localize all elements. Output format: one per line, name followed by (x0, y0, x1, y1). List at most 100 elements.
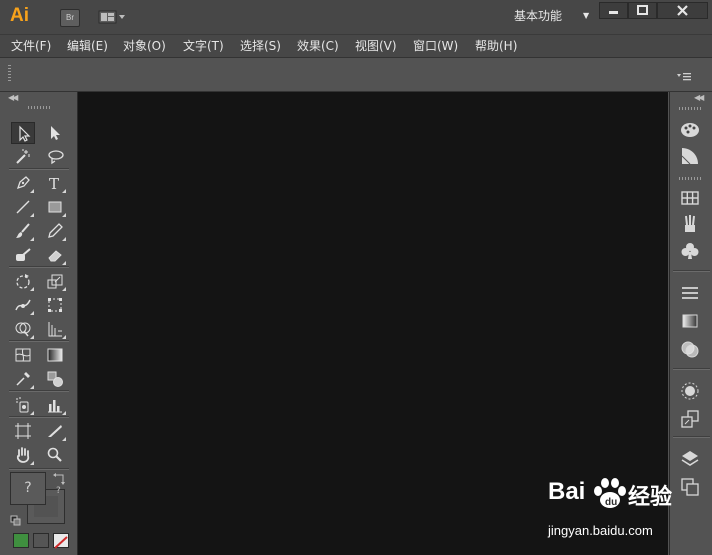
eyedropper-tool[interactable] (11, 368, 35, 390)
menu-bar: 文件(F) 编辑(E) 对象(O) 文字(T) 选择(S) 效果(C) 视图(V… (0, 35, 712, 58)
menu-edit[interactable]: 编辑(E) (67, 35, 108, 57)
menu-help[interactable]: 帮助(H) (475, 35, 517, 57)
minimize-icon (609, 11, 618, 14)
paintbrush-tool[interactable] (11, 220, 35, 242)
tool-separator (9, 416, 69, 418)
gradient-tool[interactable] (43, 344, 67, 366)
layers-panel-button[interactable] (679, 448, 701, 470)
stroke-panel-button[interactable] (679, 282, 701, 304)
gradient-icon (47, 348, 63, 362)
menu-effect[interactable]: 效果(C) (297, 35, 339, 57)
collapse-right-icon[interactable]: ◀◀ (694, 93, 704, 102)
artboards-icon (681, 478, 699, 496)
menu-type[interactable]: 文字(T) (183, 35, 224, 57)
direct-selection-arrow-icon (51, 126, 60, 140)
column-graph-tool[interactable] (43, 394, 67, 416)
close-button[interactable] (657, 2, 708, 19)
color-guide-icon (681, 148, 698, 165)
bridge-button[interactable]: Br (60, 9, 80, 27)
tool-separator (9, 168, 69, 170)
close-icon (677, 5, 688, 16)
symbol-sprayer-tool[interactable] (11, 394, 35, 416)
lasso-icon (48, 150, 64, 165)
swatches-panel-button[interactable] (679, 187, 701, 209)
scale-tool[interactable] (43, 270, 67, 292)
shape-builder-tool[interactable] (11, 318, 35, 340)
menu-window[interactable]: 窗口(W) (413, 35, 458, 57)
menu-view[interactable]: 视图(V) (355, 35, 397, 57)
workspace-label: 基本功能 (514, 9, 563, 23)
appearance-panel-button[interactable] (679, 380, 701, 402)
club-symbol-icon (681, 243, 699, 259)
brushes-panel-button[interactable] (679, 213, 701, 235)
pen-tool[interactable] (11, 172, 35, 194)
artboards-panel-button[interactable] (679, 476, 701, 498)
dock-grip (679, 107, 701, 110)
arrange-documents-button[interactable] (98, 9, 128, 25)
layers-stack-icon (681, 451, 699, 466)
color-guide-button[interactable] (679, 145, 701, 167)
gradient-mode-button[interactable] (33, 533, 49, 548)
graphic-styles-icon (681, 410, 699, 428)
minimize-button[interactable] (599, 2, 628, 19)
maximize-button[interactable] (628, 2, 657, 19)
palette-icon (681, 123, 699, 137)
blend-tool[interactable] (43, 368, 67, 390)
mesh-icon (15, 348, 31, 362)
direct-selection-tool[interactable] (43, 122, 67, 144)
watermark-url: jingyan.baidu.com (548, 523, 653, 538)
watermark-brand-tail: 经验 (628, 485, 673, 510)
color-panel-button[interactable] (679, 119, 701, 141)
dock-separator (673, 270, 710, 272)
rotate-tool[interactable] (11, 270, 35, 292)
collapse-left-icon[interactable]: ◀◀ (8, 93, 18, 102)
none-mode-button[interactable] (53, 533, 69, 549)
chevron-down-icon: ▼ (583, 11, 590, 20)
panel-menu-icon[interactable] (676, 68, 692, 81)
graphic-styles-panel-button[interactable] (679, 408, 701, 430)
eraser-tool[interactable] (43, 244, 67, 266)
menu-object[interactable]: 对象(O) (123, 35, 166, 57)
lasso-tool[interactable] (43, 146, 67, 168)
control-bar-grip[interactable] (8, 65, 11, 83)
none-slash-icon (54, 536, 68, 549)
type-tool[interactable]: T (43, 172, 67, 194)
hand-tool[interactable] (11, 444, 35, 466)
swap-fill-stroke-icon[interactable] (52, 471, 66, 485)
magnifier-icon (47, 447, 62, 462)
menu-file[interactable]: 文件(F) (11, 35, 51, 57)
zoom-tool[interactable] (43, 444, 67, 466)
blob-brush-tool[interactable] (11, 244, 35, 266)
pencil-tool[interactable] (43, 220, 67, 242)
panel-dock: ◀◀ (669, 92, 712, 555)
watermark-brand: Bai (548, 478, 586, 505)
transparency-panel-button[interactable] (679, 338, 701, 360)
magic-wand-tool[interactable] (11, 146, 35, 168)
paw-logo-icon: du (594, 478, 626, 508)
mesh-tool[interactable] (11, 344, 35, 366)
free-transform-tool[interactable] (43, 294, 67, 316)
free-transform-icon (48, 298, 62, 312)
swatches-grid-icon (681, 191, 699, 205)
slice-tool[interactable] (43, 420, 67, 442)
gradient-swatch-icon (682, 314, 698, 328)
fill-swatch[interactable]: ? (10, 472, 46, 505)
tool-separator (9, 468, 69, 470)
menu-select[interactable]: 选择(S) (240, 35, 281, 57)
width-tool[interactable] (11, 294, 35, 316)
rectangle-tool[interactable] (43, 196, 67, 218)
artboard-tool[interactable] (11, 420, 35, 442)
color-mode-button[interactable] (13, 533, 29, 548)
gradient-panel-button[interactable] (679, 310, 701, 332)
svg-text:du: du (605, 497, 617, 508)
line-segment-tool[interactable] (11, 196, 35, 218)
perspective-grid-tool[interactable] (43, 318, 67, 340)
transparency-icon (681, 341, 699, 358)
tools-panel-grip[interactable] (28, 106, 50, 109)
default-fill-stroke-icon[interactable] (10, 512, 22, 526)
workspace-switcher[interactable]: 基本功能 ▼ (514, 7, 594, 25)
symbols-panel-button[interactable] (679, 240, 701, 262)
tool-separator (9, 390, 69, 392)
dock-separator (673, 368, 710, 370)
selection-tool[interactable] (11, 122, 35, 144)
